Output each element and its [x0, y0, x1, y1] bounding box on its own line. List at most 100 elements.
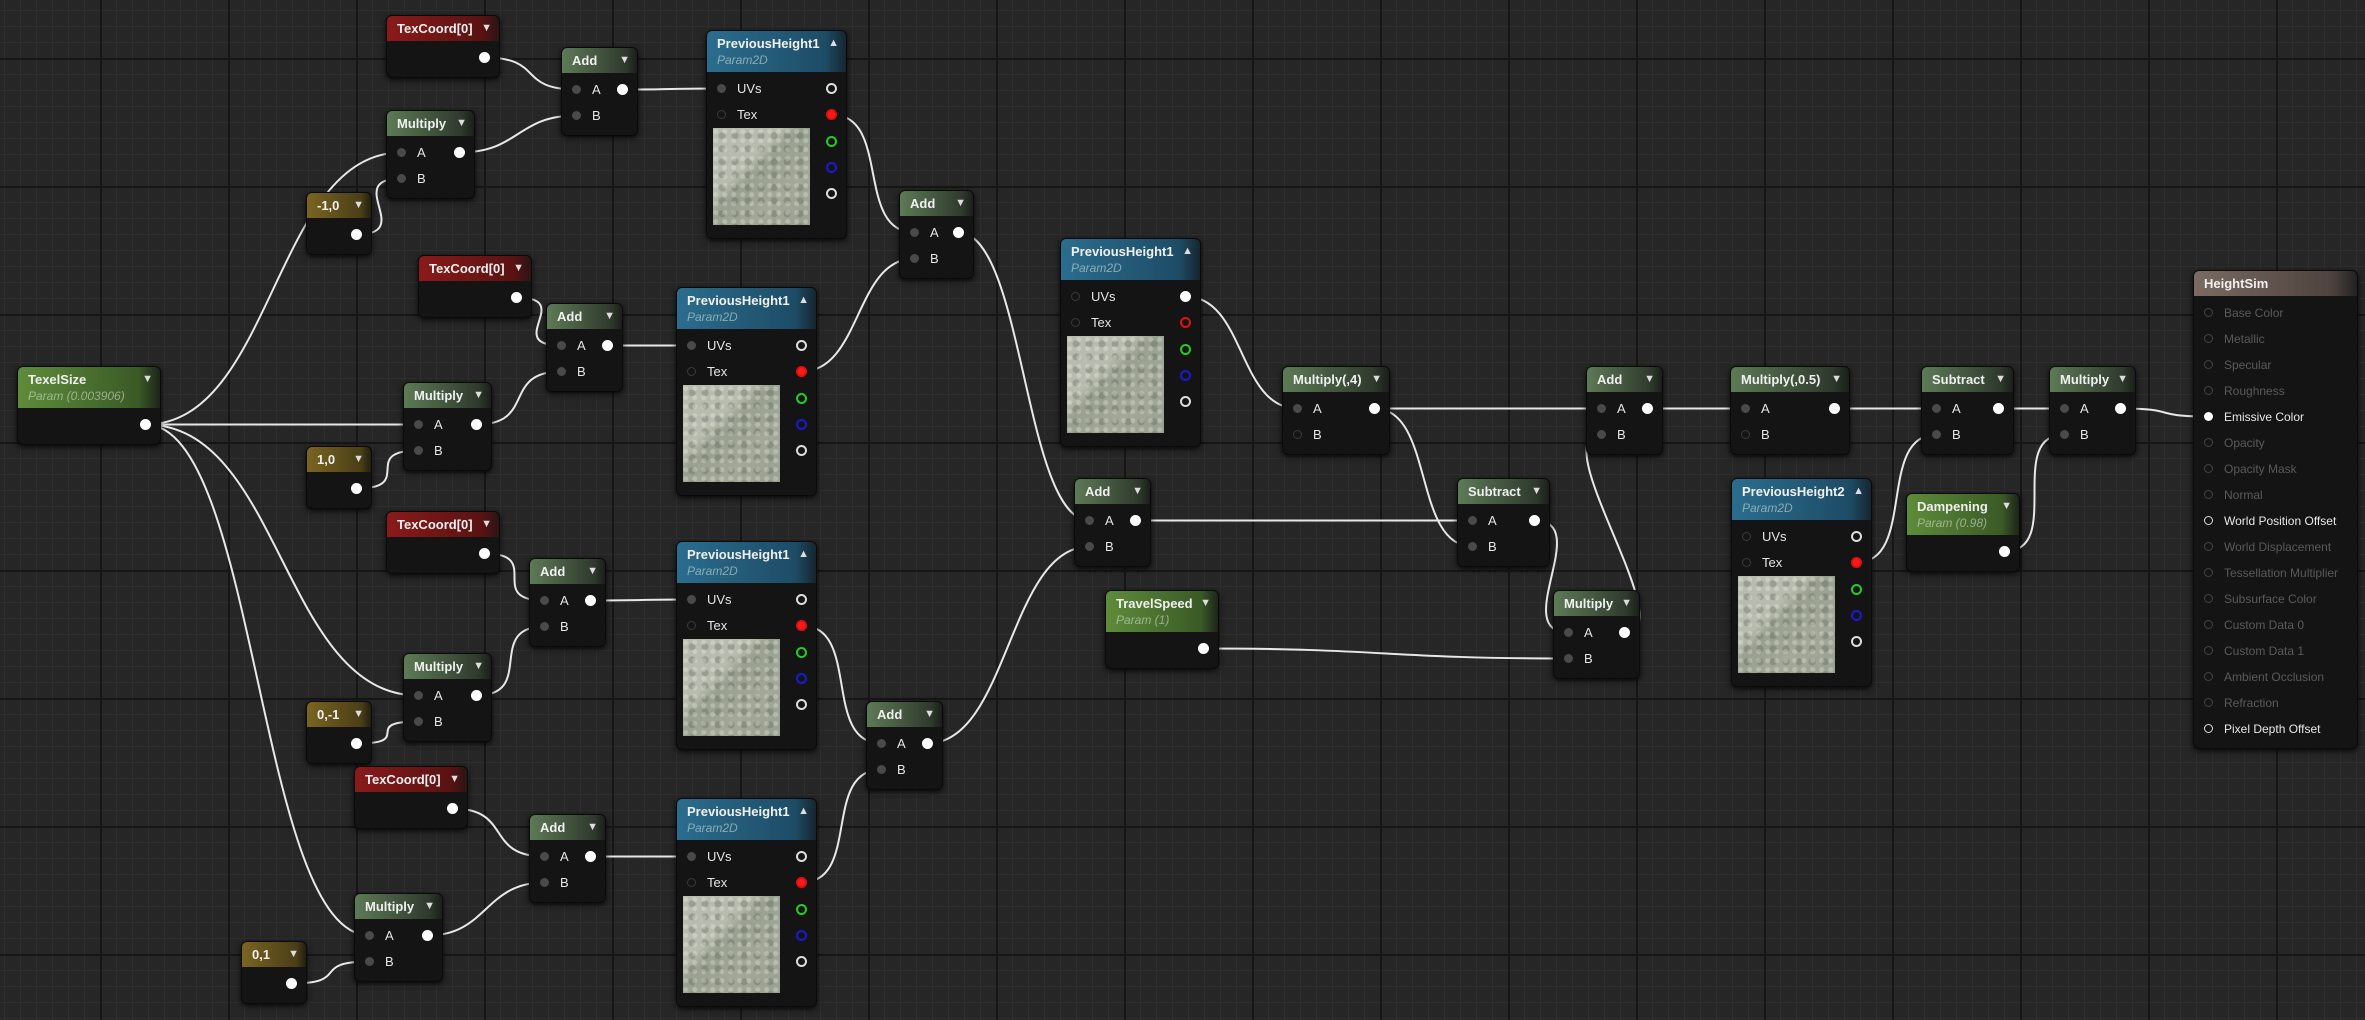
input-pin[interactable] [1071, 318, 1080, 327]
chevron-down-icon[interactable]: ▼ [353, 708, 364, 720]
input-pin[interactable] [540, 878, 549, 887]
node-add[interactable]: Add ▼ A B [529, 814, 606, 903]
input-pin[interactable] [2204, 490, 2213, 499]
node-previousheight2[interactable]: PreviousHeight2 Param2D ▲ UVs Tex [1731, 478, 1872, 687]
output-pin[interactable] [1851, 610, 1862, 621]
input-pin[interactable] [1741, 430, 1750, 439]
input-pin[interactable] [414, 446, 423, 455]
input-pin[interactable] [687, 367, 696, 376]
output-pin[interactable] [454, 147, 465, 158]
output-pin[interactable] [585, 595, 596, 606]
chevron-down-icon[interactable]: ▼ [587, 565, 598, 577]
node-multiply-0-5[interactable]: Multiply(,0.5) ▼ A B [1730, 366, 1850, 455]
output-pin[interactable] [617, 84, 628, 95]
input-pin[interactable] [365, 931, 374, 940]
node-multiply[interactable]: Multiply ▼ A B [386, 110, 475, 199]
output-pin[interactable] [1829, 403, 1840, 414]
node-header[interactable]: -1,0 ▼ [307, 193, 371, 218]
input-pin[interactable] [687, 621, 696, 630]
node-header[interactable]: Subtract ▼ [1922, 367, 2013, 392]
input-pin[interactable] [1085, 542, 1094, 551]
output-pin[interactable] [1851, 636, 1862, 647]
node-dampening[interactable]: Dampening Param (0.98) ▼ [1906, 493, 2020, 572]
node-header[interactable]: TexCoord[0] ▼ [419, 256, 531, 281]
node-add[interactable]: Add ▼ A B [546, 303, 623, 392]
input-pin[interactable] [2204, 568, 2213, 577]
node-header[interactable]: Multiply ▼ [404, 383, 491, 408]
material-input-world-position-offset[interactable]: World Position Offset [2194, 508, 2357, 534]
input-pin[interactable] [1564, 628, 1573, 637]
node-subtract[interactable]: Subtract ▼ A B [1457, 478, 1550, 567]
output-pin[interactable] [286, 978, 297, 989]
chevron-down-icon[interactable]: ▼ [481, 518, 492, 530]
chevron-down-icon[interactable]: ▼ [1644, 373, 1655, 385]
chevron-down-icon[interactable]: ▼ [924, 708, 935, 720]
output-pin[interactable] [796, 673, 807, 684]
input-pin[interactable] [1597, 404, 1606, 413]
node-header[interactable]: PreviousHeight1 Param2D ▲ [677, 288, 816, 329]
output-pin[interactable] [826, 162, 837, 173]
node-header[interactable]: Multiply ▼ [404, 654, 491, 679]
node-header[interactable]: PreviousHeight1 Param2D ▲ [1061, 239, 1200, 280]
output-pin[interactable] [1642, 403, 1653, 414]
node-previousheight1[interactable]: PreviousHeight1 Param2D ▲ UVs Tex [1060, 238, 1201, 447]
input-pin[interactable] [2204, 698, 2213, 707]
output-pin[interactable] [479, 52, 490, 63]
output-pin[interactable] [1999, 546, 2010, 557]
chevron-down-icon[interactable]: ▼ [1621, 597, 1632, 609]
input-pin[interactable] [2204, 438, 2213, 447]
output-pin[interactable] [140, 419, 151, 430]
input-pin[interactable] [2060, 404, 2069, 413]
input-pin[interactable] [1932, 404, 1941, 413]
output-pin[interactable] [796, 620, 807, 631]
chevron-down-icon[interactable]: ▼ [473, 660, 484, 672]
node-header[interactable]: Multiply ▼ [387, 111, 474, 136]
output-pin[interactable] [1198, 643, 1209, 654]
output-pin[interactable] [447, 803, 458, 814]
output-pin[interactable] [479, 548, 490, 559]
output-pin[interactable] [1851, 584, 1862, 595]
input-pin[interactable] [877, 765, 886, 774]
node-header[interactable]: Add ▼ [530, 559, 605, 584]
node-add[interactable]: Add ▼ A B [529, 558, 606, 647]
output-pin[interactable] [796, 877, 807, 888]
chevron-down-icon[interactable]: ▼ [2117, 373, 2128, 385]
input-pin[interactable] [1564, 654, 1573, 663]
output-pin[interactable] [1130, 515, 1141, 526]
output-pin[interactable] [1180, 344, 1191, 355]
node-header[interactable]: Dampening Param (0.98) ▼ [1907, 494, 2019, 535]
chevron-down-icon[interactable]: ▼ [619, 54, 630, 66]
node-add[interactable]: Add ▼ A B [899, 190, 974, 279]
node-header[interactable]: Add ▼ [1587, 367, 1662, 392]
chevron-up-icon[interactable]: ▲ [1182, 245, 1193, 257]
output-pin[interactable] [422, 930, 433, 941]
node-header[interactable]: 0,1 ▼ [242, 942, 306, 967]
node-header[interactable]: TexCoord[0] ▼ [355, 767, 467, 792]
node-0-1[interactable]: 0,-1 ▼ [306, 701, 372, 764]
node-header[interactable]: TexCoord[0] ▼ [387, 16, 499, 41]
input-pin[interactable] [2204, 724, 2213, 733]
chevron-down-icon[interactable]: ▼ [473, 389, 484, 401]
chevron-down-icon[interactable]: ▼ [1831, 373, 1842, 385]
node-multiply-4[interactable]: Multiply(,4) ▼ A B [1282, 366, 1390, 455]
chevron-down-icon[interactable]: ▼ [456, 117, 467, 129]
node-header[interactable]: 1,0 ▼ [307, 447, 371, 472]
node-1-0[interactable]: -1,0 ▼ [306, 192, 372, 255]
input-pin[interactable] [687, 341, 696, 350]
input-pin[interactable] [687, 878, 696, 887]
input-pin[interactable] [414, 420, 423, 429]
output-pin[interactable] [796, 904, 807, 915]
input-pin[interactable] [572, 111, 581, 120]
node-add[interactable]: Add ▼ A B [561, 47, 638, 136]
node-header[interactable]: 0,-1 ▼ [307, 702, 371, 727]
node-header[interactable]: Multiply ▼ [355, 894, 442, 919]
input-pin[interactable] [2204, 334, 2213, 343]
input-pin[interactable] [557, 367, 566, 376]
input-pin[interactable] [397, 174, 406, 183]
node-header[interactable]: Add ▼ [562, 48, 637, 73]
input-pin[interactable] [540, 852, 549, 861]
input-pin[interactable] [2204, 672, 2213, 681]
node-header[interactable]: Add ▼ [900, 191, 973, 216]
node-previousheight1[interactable]: PreviousHeight1 Param2D ▲ UVs Tex [706, 30, 847, 239]
node-header[interactable]: PreviousHeight2 Param2D ▲ [1732, 479, 1871, 520]
